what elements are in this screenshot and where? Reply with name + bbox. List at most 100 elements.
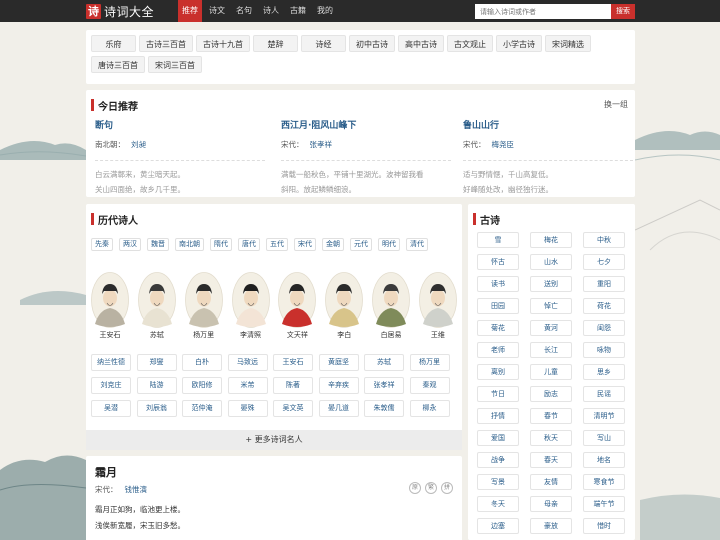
- era-filter-chip[interactable]: 元代: [350, 238, 372, 251]
- tag-chip[interactable]: 写景: [477, 474, 519, 490]
- poet-portrait[interactable]: 李清照: [231, 272, 271, 340]
- era-filter-chip[interactable]: 先秦: [91, 238, 113, 251]
- tag-chip[interactable]: 怀古: [477, 254, 519, 270]
- poet-name-chip[interactable]: 柳永: [409, 400, 450, 417]
- poet-portrait[interactable]: 杨万里: [184, 272, 224, 340]
- era-filter-chip[interactable]: 宋代: [294, 238, 316, 251]
- site-logo[interactable]: 诗 诗词大全: [86, 3, 154, 19]
- traditional-chinese-icon[interactable]: 繁: [425, 482, 437, 494]
- poet-portrait[interactable]: 王安石: [90, 272, 130, 340]
- nav-item-poems[interactable]: 诗文: [205, 0, 229, 22]
- tag-chip[interactable]: 思乡: [583, 364, 625, 380]
- category-chip[interactable]: 诗经: [301, 35, 346, 52]
- poem-author[interactable]: 钱惟演: [125, 485, 148, 494]
- poet-portrait[interactable]: 王维: [418, 272, 458, 340]
- poem-author[interactable]: 张孝祥: [310, 140, 333, 149]
- poem-title[interactable]: 霜月: [95, 464, 117, 480]
- tag-chip[interactable]: 寒食节: [583, 474, 625, 490]
- category-chip[interactable]: 唐诗三百首: [91, 56, 145, 73]
- tag-chip[interactable]: 田园: [477, 298, 519, 314]
- tag-chip[interactable]: 地名: [583, 452, 625, 468]
- poet-name-chip[interactable]: 刘辰翁: [136, 400, 177, 417]
- poet-portrait[interactable]: 苏轼: [137, 272, 177, 340]
- poet-name-chip[interactable]: 秦观: [409, 377, 450, 394]
- tag-chip[interactable]: 闺怨: [583, 320, 625, 336]
- poem-author[interactable]: 梅尧臣: [492, 140, 515, 149]
- era-filter-chip[interactable]: 南北朝: [175, 238, 204, 251]
- tag-chip[interactable]: 民谣: [583, 386, 625, 402]
- category-chip[interactable]: 宋词精选: [545, 35, 591, 52]
- tag-chip[interactable]: 冬天: [477, 496, 519, 512]
- poet-name-chip[interactable]: 刘克庄: [91, 377, 131, 394]
- category-chip[interactable]: 古诗三百首: [139, 35, 193, 52]
- tag-chip[interactable]: 悼亡: [530, 298, 572, 314]
- category-chip[interactable]: 乐府: [91, 35, 136, 52]
- poet-name-chip[interactable]: 欧阳修: [182, 377, 222, 394]
- tag-chip[interactable]: 长江: [530, 342, 572, 358]
- tag-chip[interactable]: 黄河: [530, 320, 572, 336]
- poet-name-chip[interactable]: 吴潜: [91, 400, 131, 417]
- original-text-icon[interactable]: 原: [409, 482, 421, 494]
- poet-name-chip[interactable]: 郑燮: [136, 354, 177, 371]
- search-button[interactable]: 搜索: [611, 4, 635, 19]
- tag-chip[interactable]: 战争: [477, 452, 519, 468]
- nav-item-mine[interactable]: 我的: [313, 0, 337, 22]
- era-filter-chip[interactable]: 五代: [266, 238, 288, 251]
- poet-name-chip[interactable]: 苏轼: [364, 354, 404, 371]
- poet-name-chip[interactable]: 朱敦儒: [364, 400, 404, 417]
- poet-name-chip[interactable]: 王安石: [273, 354, 313, 371]
- tag-chip[interactable]: 励志: [530, 386, 572, 402]
- today-poem-title[interactable]: 西江月·阻风山峰下: [281, 118, 451, 131]
- category-chip[interactable]: 古文观止: [447, 35, 493, 52]
- tag-chip[interactable]: 老师: [477, 342, 519, 358]
- poet-name-chip[interactable]: 纳兰性德: [91, 354, 131, 371]
- poet-name-chip[interactable]: 晏殊: [227, 400, 268, 417]
- poet-name-chip[interactable]: 范仲淹: [182, 400, 222, 417]
- tag-chip[interactable]: 边塞: [477, 518, 519, 534]
- poet-name-chip[interactable]: 张孝祥: [364, 377, 404, 394]
- tag-chip[interactable]: 抒情: [477, 408, 519, 424]
- era-filter-chip[interactable]: 明代: [378, 238, 400, 251]
- today-poem-title[interactable]: 鲁山山行: [463, 118, 633, 131]
- tag-chip[interactable]: 友情: [530, 474, 572, 490]
- search-input[interactable]: [475, 4, 611, 19]
- category-chip[interactable]: 高中古诗: [398, 35, 444, 52]
- poem-author[interactable]: 刘昶: [131, 140, 146, 149]
- category-chip[interactable]: 楚辞: [253, 35, 298, 52]
- tag-chip[interactable]: 送别: [530, 276, 572, 292]
- era-filter-chip[interactable]: 两汉: [119, 238, 141, 251]
- poet-name-chip[interactable]: 吴文英: [273, 400, 313, 417]
- era-filter-chip[interactable]: 金朝: [322, 238, 344, 251]
- tag-chip[interactable]: 菊花: [477, 320, 519, 336]
- category-chip[interactable]: 宋词三百首: [148, 56, 202, 73]
- tag-chip[interactable]: 重阳: [583, 276, 625, 292]
- nav-item-recommend[interactable]: 推荐: [178, 0, 202, 22]
- tag-chip[interactable]: 写山: [583, 430, 625, 446]
- more-poets-button[interactable]: + 更多诗词名人: [86, 430, 462, 450]
- poet-name-chip[interactable]: 晏几道: [318, 400, 359, 417]
- era-filter-chip[interactable]: 清代: [406, 238, 428, 251]
- tag-chip[interactable]: 中秋: [583, 232, 625, 248]
- today-poem-title[interactable]: 断句: [95, 118, 265, 131]
- tag-chip[interactable]: 豪放: [530, 518, 572, 534]
- tag-chip[interactable]: 雪: [477, 232, 519, 248]
- tag-chip[interactable]: 七夕: [583, 254, 625, 270]
- nav-item-poets[interactable]: 诗人: [259, 0, 283, 22]
- refresh-button[interactable]: 换一组: [604, 99, 628, 110]
- era-filter-chip[interactable]: 魏晋: [147, 238, 169, 251]
- category-chip[interactable]: 初中古诗: [349, 35, 395, 52]
- tag-chip[interactable]: 读书: [477, 276, 519, 292]
- poet-portrait[interactable]: 白居易: [371, 272, 411, 340]
- poet-name-chip[interactable]: 米芾: [227, 377, 268, 394]
- poet-name-chip[interactable]: 陆游: [136, 377, 177, 394]
- tag-chip[interactable]: 山水: [530, 254, 572, 270]
- tag-chip[interactable]: 母亲: [530, 496, 572, 512]
- poet-name-chip[interactable]: 辛弃疾: [318, 377, 359, 394]
- tag-chip[interactable]: 离别: [477, 364, 519, 380]
- tag-chip[interactable]: 惜时: [583, 518, 625, 534]
- era-filter-chip[interactable]: 唐代: [238, 238, 260, 251]
- poet-name-chip[interactable]: 杨万里: [409, 354, 450, 371]
- tag-chip[interactable]: 荷花: [583, 298, 625, 314]
- tag-chip[interactable]: 梅花: [530, 232, 572, 248]
- category-chip[interactable]: 古诗十九首: [196, 35, 250, 52]
